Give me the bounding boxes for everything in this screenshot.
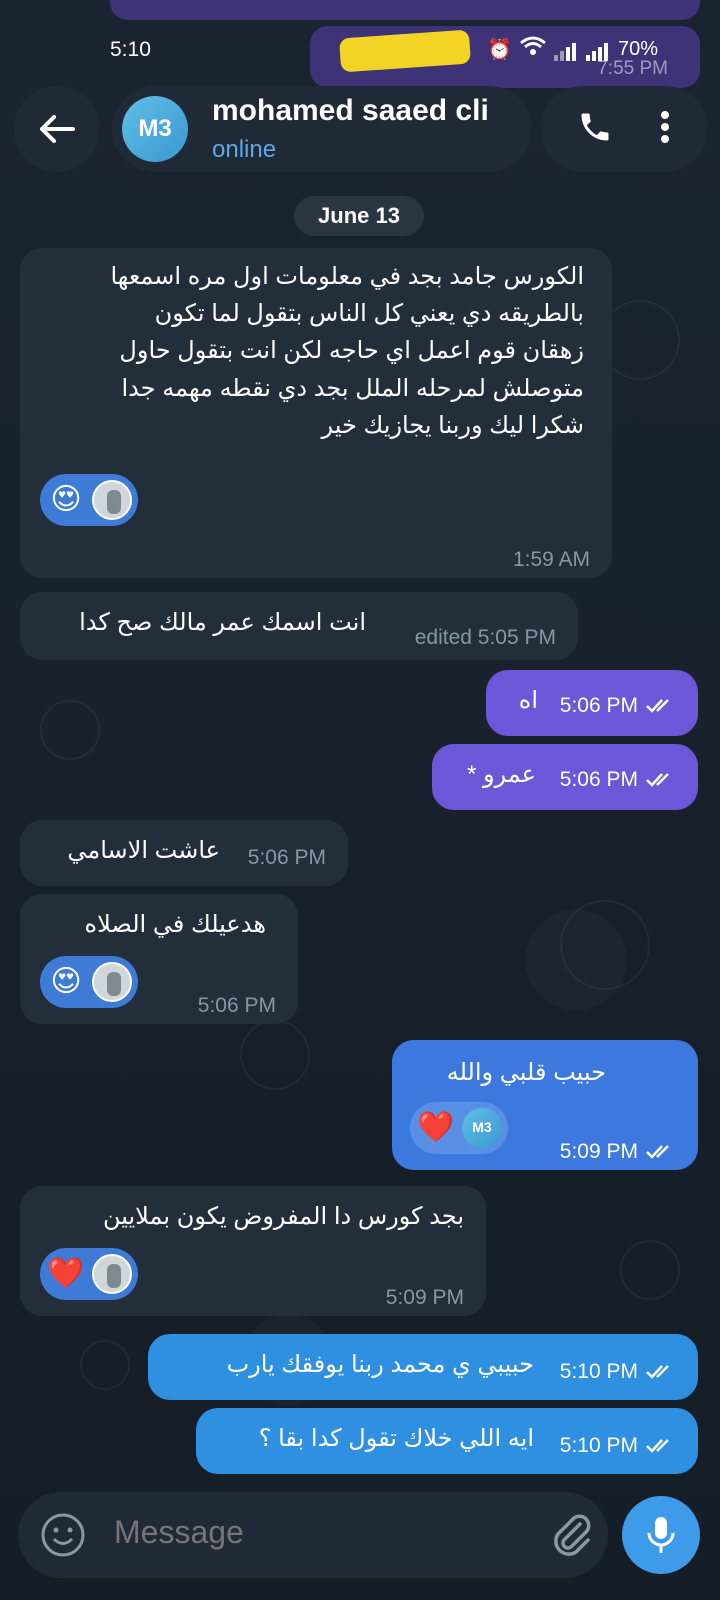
message-time: 5:10 PM — [560, 1356, 676, 1389]
message-text: حبيبي ي محمد ربنا يوفقك يارب — [226, 1351, 534, 1378]
message-text: هدعيلك في الصلاه — [84, 911, 267, 938]
message-time-text: 5:10 PM — [559, 1434, 638, 1457]
read-checks-icon — [646, 699, 669, 714]
read-checks-icon — [646, 773, 669, 788]
message-time-text: 5:06 PM — [559, 768, 638, 791]
message-time-text: 5:09 PM — [559, 1140, 638, 1163]
message-bubble[interactable]: انت اسمك عمر مالك صح كدا edited 5:05 PM — [20, 592, 578, 660]
reaction-emoji: ❤️ — [417, 1110, 455, 1144]
microphone-icon — [647, 1517, 675, 1553]
voice-record-button[interactable] — [622, 1496, 700, 1574]
more-vertical-icon — [661, 110, 669, 143]
reaction-emoji: 😍 — [50, 482, 82, 516]
message-bubble[interactable]: حبيبي ي محمد ربنا يوفقك يارب 5:10 PM — [148, 1334, 698, 1400]
signal-icon — [585, 38, 610, 61]
status-bar: 5:10 ⏰ 70% — [0, 29, 720, 73]
reaction-chip[interactable]: 😍 — [40, 474, 138, 526]
call-button[interactable] — [577, 109, 613, 150]
arrow-left-icon — [40, 115, 75, 143]
contact-status: online — [212, 136, 277, 163]
message-text: حبيب قلبي والله — [446, 1059, 606, 1086]
reaction-emoji: ❤️ — [47, 1256, 85, 1290]
message-time: 5:06 PM — [560, 764, 676, 797]
message-bubble[interactable]: بجد كورس دا المفروض يكون بملايين ❤️ 5:09… — [20, 1186, 486, 1316]
back-button[interactable] — [14, 86, 100, 172]
message-time: 5:06 PM — [247, 846, 326, 869]
message-input[interactable] — [114, 1514, 534, 1551]
message-text: بجد كورس دا المفروض يكون بملايين — [102, 1203, 464, 1230]
message-time-text: 5:06 PM — [559, 694, 638, 717]
reactor-avatar — [92, 962, 132, 1002]
message-text: اه — [518, 687, 538, 714]
message-bubble[interactable]: عاشت الاسامي 5:06 PM — [20, 820, 348, 886]
contact-name: mohamed saaed cli — [212, 94, 489, 127]
message-bubble[interactable]: ايه اللي خلاك تقول كدا بقا ؟ 5:10 PM — [196, 1408, 698, 1474]
phone-icon — [581, 113, 609, 140]
emoji-button[interactable] — [40, 1512, 86, 1563]
read-checks-icon — [646, 1439, 669, 1454]
header-actions — [540, 86, 708, 172]
reaction-chip[interactable]: 😍 — [40, 956, 138, 1008]
message-time: edited 5:05 PM — [414, 626, 556, 649]
reaction-chip[interactable]: ❤️ — [40, 1248, 138, 1300]
message-text: الكورس جامد بجد في معلومات اول مره اسمعه… — [110, 263, 584, 439]
message-composer — [18, 1492, 608, 1578]
reactor-avatar — [92, 480, 132, 520]
avatar[interactable]: M3 — [122, 96, 188, 162]
message-time: 5:06 PM — [560, 690, 676, 723]
message-time: 5:10 PM — [560, 1430, 676, 1463]
battery-level: 70% — [617, 37, 658, 60]
message-time-text: 5:10 PM — [559, 1360, 638, 1383]
chat-header[interactable]: M3 mohamed saaed cli online — [112, 86, 532, 172]
message-time: 5:09 PM — [560, 1136, 676, 1169]
message-time: 5:09 PM — [385, 1286, 464, 1309]
paperclip-icon — [554, 1514, 591, 1556]
alarm-icon: ⏰ — [487, 38, 512, 61]
reaction-chip[interactable]: ❤️ M3 — [410, 1102, 508, 1154]
message-text: عمرو * — [466, 761, 536, 788]
date-separator: June 13 — [294, 196, 424, 236]
wifi-icon — [520, 36, 546, 62]
message-bubble[interactable]: حبيب قلبي والله ❤️ M3 5:09 PM — [392, 1040, 698, 1170]
read-checks-icon — [646, 1145, 669, 1160]
message-time: 5:06 PM — [197, 994, 276, 1017]
more-options-button[interactable] — [659, 109, 671, 150]
reaction-emoji: 😍 — [50, 964, 82, 998]
signal-icon — [553, 38, 578, 61]
message-text: ايه اللي خلاك تقول كدا بقا ؟ — [258, 1425, 534, 1452]
message-bubble[interactable]: الكورس جامد بجد في معلومات اول مره اسمعه… — [20, 248, 612, 578]
message-bubble[interactable]: اه 5:06 PM — [486, 670, 698, 736]
reactor-avatar: M3 — [462, 1108, 502, 1148]
message-bubble[interactable]: هدعيلك في الصلاه 😍 5:06 PM — [20, 894, 298, 1024]
smiley-icon — [41, 1513, 85, 1557]
read-checks-icon — [646, 1365, 669, 1380]
message-time: 1:59 AM — [512, 548, 590, 571]
clock: 5:10 — [110, 38, 151, 61]
attach-button[interactable] — [550, 1512, 594, 1563]
message-text: انت اسمك عمر مالك صح كدا — [79, 609, 366, 636]
message-bubble[interactable]: عمرو * 5:06 PM — [432, 744, 698, 810]
reactor-avatar — [92, 1254, 132, 1294]
previous-message-bubble — [110, 0, 700, 20]
message-text: عاشت الاسامي — [67, 837, 220, 864]
